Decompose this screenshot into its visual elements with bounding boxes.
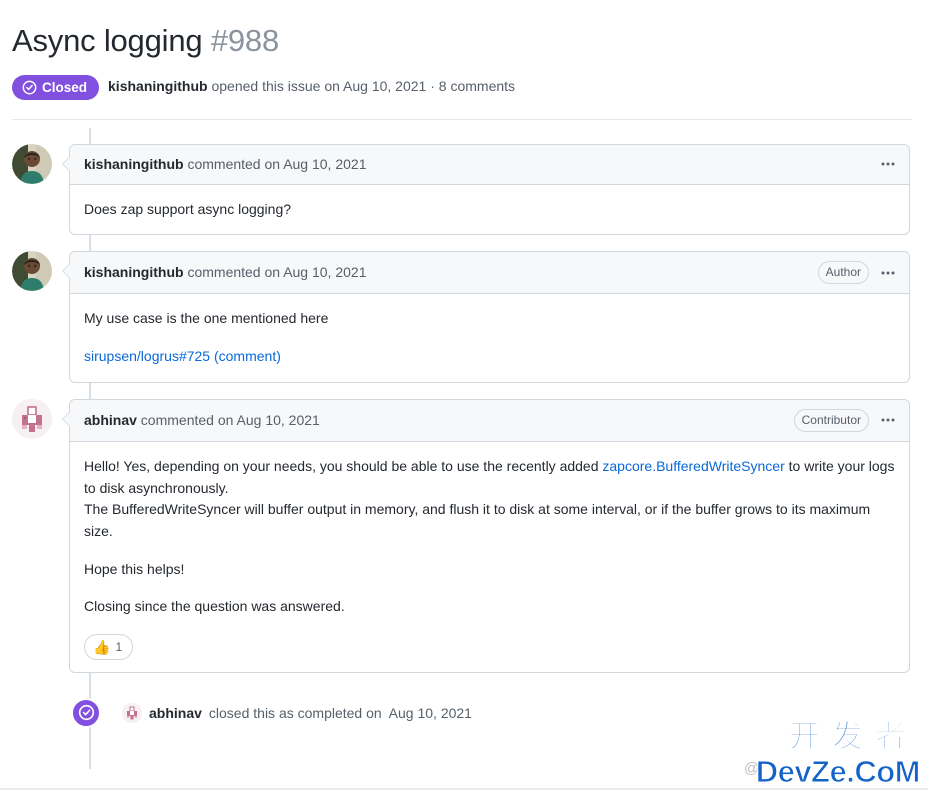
- comment-header: kishaningithub commented on Aug 10, 2021…: [70, 252, 909, 295]
- issue-number: #988: [210, 23, 280, 58]
- status-badge-label: Closed: [42, 79, 88, 95]
- comment-action: commented on: [140, 411, 234, 428]
- comment-box: kishaningithub commented on Aug 10, 2021…: [62, 251, 910, 383]
- timeline-comment: kishaningithub commented on Aug 10, 2021…: [12, 251, 910, 383]
- issue-header: Async logging #988 Closed kishaningithub…: [0, 0, 928, 120]
- timeline-comment: kishaningithub commented on Aug 10, 2021…: [12, 143, 910, 236]
- page-title: Async logging #988: [12, 22, 912, 61]
- comment-date: Aug 10, 2021: [236, 411, 320, 428]
- comment-date: Aug 10, 2021: [283, 264, 367, 281]
- zapcore-bufferedwritesyncer-link[interactable]: zapcore.BufferedWriteSyncer: [602, 458, 784, 474]
- comment-author-link[interactable]: kishaningithub: [84, 156, 184, 172]
- comment-author-link[interactable]: abhinav: [84, 412, 137, 428]
- comment-header: abhinav commented on Aug 10, 2021 Contri…: [70, 399, 909, 442]
- closed-event-text: abhinav closed this as completed on Aug …: [122, 702, 472, 723]
- comment-paragraph-rich: Hello! Yes, depending on your needs, you…: [84, 456, 895, 543]
- closed-event-row: abhinav closed this as completed on Aug …: [12, 697, 910, 729]
- comment-date: Aug 10, 2021: [283, 155, 367, 172]
- issue-reference-link[interactable]: sirupsen/logrus#725 (comment): [84, 348, 281, 364]
- watermark-at: @: [744, 760, 760, 777]
- watermark-site: DevZe.CoM: [755, 754, 921, 789]
- rich-text-line2: The BufferedWriteSyncer will buffer outp…: [84, 501, 871, 539]
- closed-event-action: closed this as completed on: [208, 704, 382, 721]
- issue-meta-row: Closed kishaningithub opened this issue …: [12, 74, 912, 100]
- issue-closed-icon: [22, 80, 37, 95]
- avatar-kishaningithub[interactable]: [12, 251, 52, 292]
- avatar-abhinav[interactable]: [12, 398, 52, 439]
- comment-paragraph: sirupsen/logrus#725 (comment): [84, 346, 895, 368]
- thumbs-up-reaction[interactable]: 👍 1: [84, 633, 134, 660]
- meta-separator: ·: [430, 78, 435, 95]
- issue-meta-text: kishaningithub opened this issue on Aug …: [108, 77, 515, 97]
- issue-meta-action: opened this issue on: [211, 78, 340, 95]
- avatar-kishaningithub[interactable]: [12, 143, 52, 184]
- comment-author-link[interactable]: kishaningithub: [84, 264, 184, 280]
- rich-text-before: Hello! Yes, depending on your needs, you…: [84, 457, 603, 474]
- comment-byline: abhinav commented on Aug 10, 2021: [84, 410, 794, 431]
- reactions-bar: 👍 1: [70, 632, 909, 672]
- kebab-horizontal-icon[interactable]: [877, 154, 899, 174]
- kebab-horizontal-icon[interactable]: [877, 410, 899, 430]
- comment-body: Hello! Yes, depending on your needs, you…: [70, 442, 909, 632]
- comment-byline: kishaningithub commented on Aug 10, 2021: [84, 154, 877, 175]
- comment-paragraph: Closing since the question was answered.: [84, 598, 345, 615]
- comment-action: commented on: [187, 264, 281, 281]
- status-badge[interactable]: Closed: [12, 74, 100, 100]
- comment-box: kishaningithub commented on Aug 10, 2021…: [62, 143, 910, 236]
- contributor-role-label: Contributor: [793, 408, 869, 432]
- author-role-label: Author: [817, 261, 869, 285]
- thumbs-up-icon: 👍: [93, 638, 111, 655]
- closed-event-date: Aug 10, 2021: [388, 704, 472, 721]
- timeline-comment: abhinav commented on Aug 10, 2021 Contri…: [12, 398, 910, 673]
- comment-header: kishaningithub commented on Aug 10, 2021: [70, 144, 909, 185]
- comment-paragraph: My use case is the one mentioned here: [84, 310, 329, 327]
- comment-box: abhinav commented on Aug 10, 2021 Contri…: [62, 398, 910, 673]
- comment-count: 8 comments: [438, 78, 516, 95]
- issue-closed-icon: [71, 697, 101, 728]
- avatar-abhinav[interactable]: [122, 702, 142, 723]
- issue-timeline: kishaningithub commented on Aug 10, 2021…: [0, 127, 928, 770]
- closed-event-actor[interactable]: abhinav: [149, 705, 202, 721]
- issue-opened-date: Aug 10, 2021: [343, 78, 427, 95]
- comment-action: commented on: [187, 155, 281, 172]
- site-watermark: @ 开发者 DevZe.CoM: [734, 719, 924, 791]
- header-divider: [12, 118, 912, 120]
- comment-body: Does zap support async logging?: [70, 185, 909, 235]
- issue-author-link[interactable]: kishaningithub: [108, 78, 208, 94]
- issue-page: Async logging #988 Closed kishaningithub…: [0, 0, 928, 803]
- bottom-divider: [0, 788, 928, 790]
- issue-title-text: Async logging: [12, 23, 203, 58]
- comment-byline: kishaningithub commented on Aug 10, 2021: [84, 262, 818, 283]
- comment-body: My use case is the one mentioned here si…: [70, 294, 909, 381]
- comment-paragraph: Hope this helps!: [84, 560, 185, 577]
- reaction-count: 1: [115, 639, 123, 654]
- kebab-horizontal-icon[interactable]: [877, 263, 899, 283]
- comment-paragraph: Does zap support async logging?: [84, 200, 292, 217]
